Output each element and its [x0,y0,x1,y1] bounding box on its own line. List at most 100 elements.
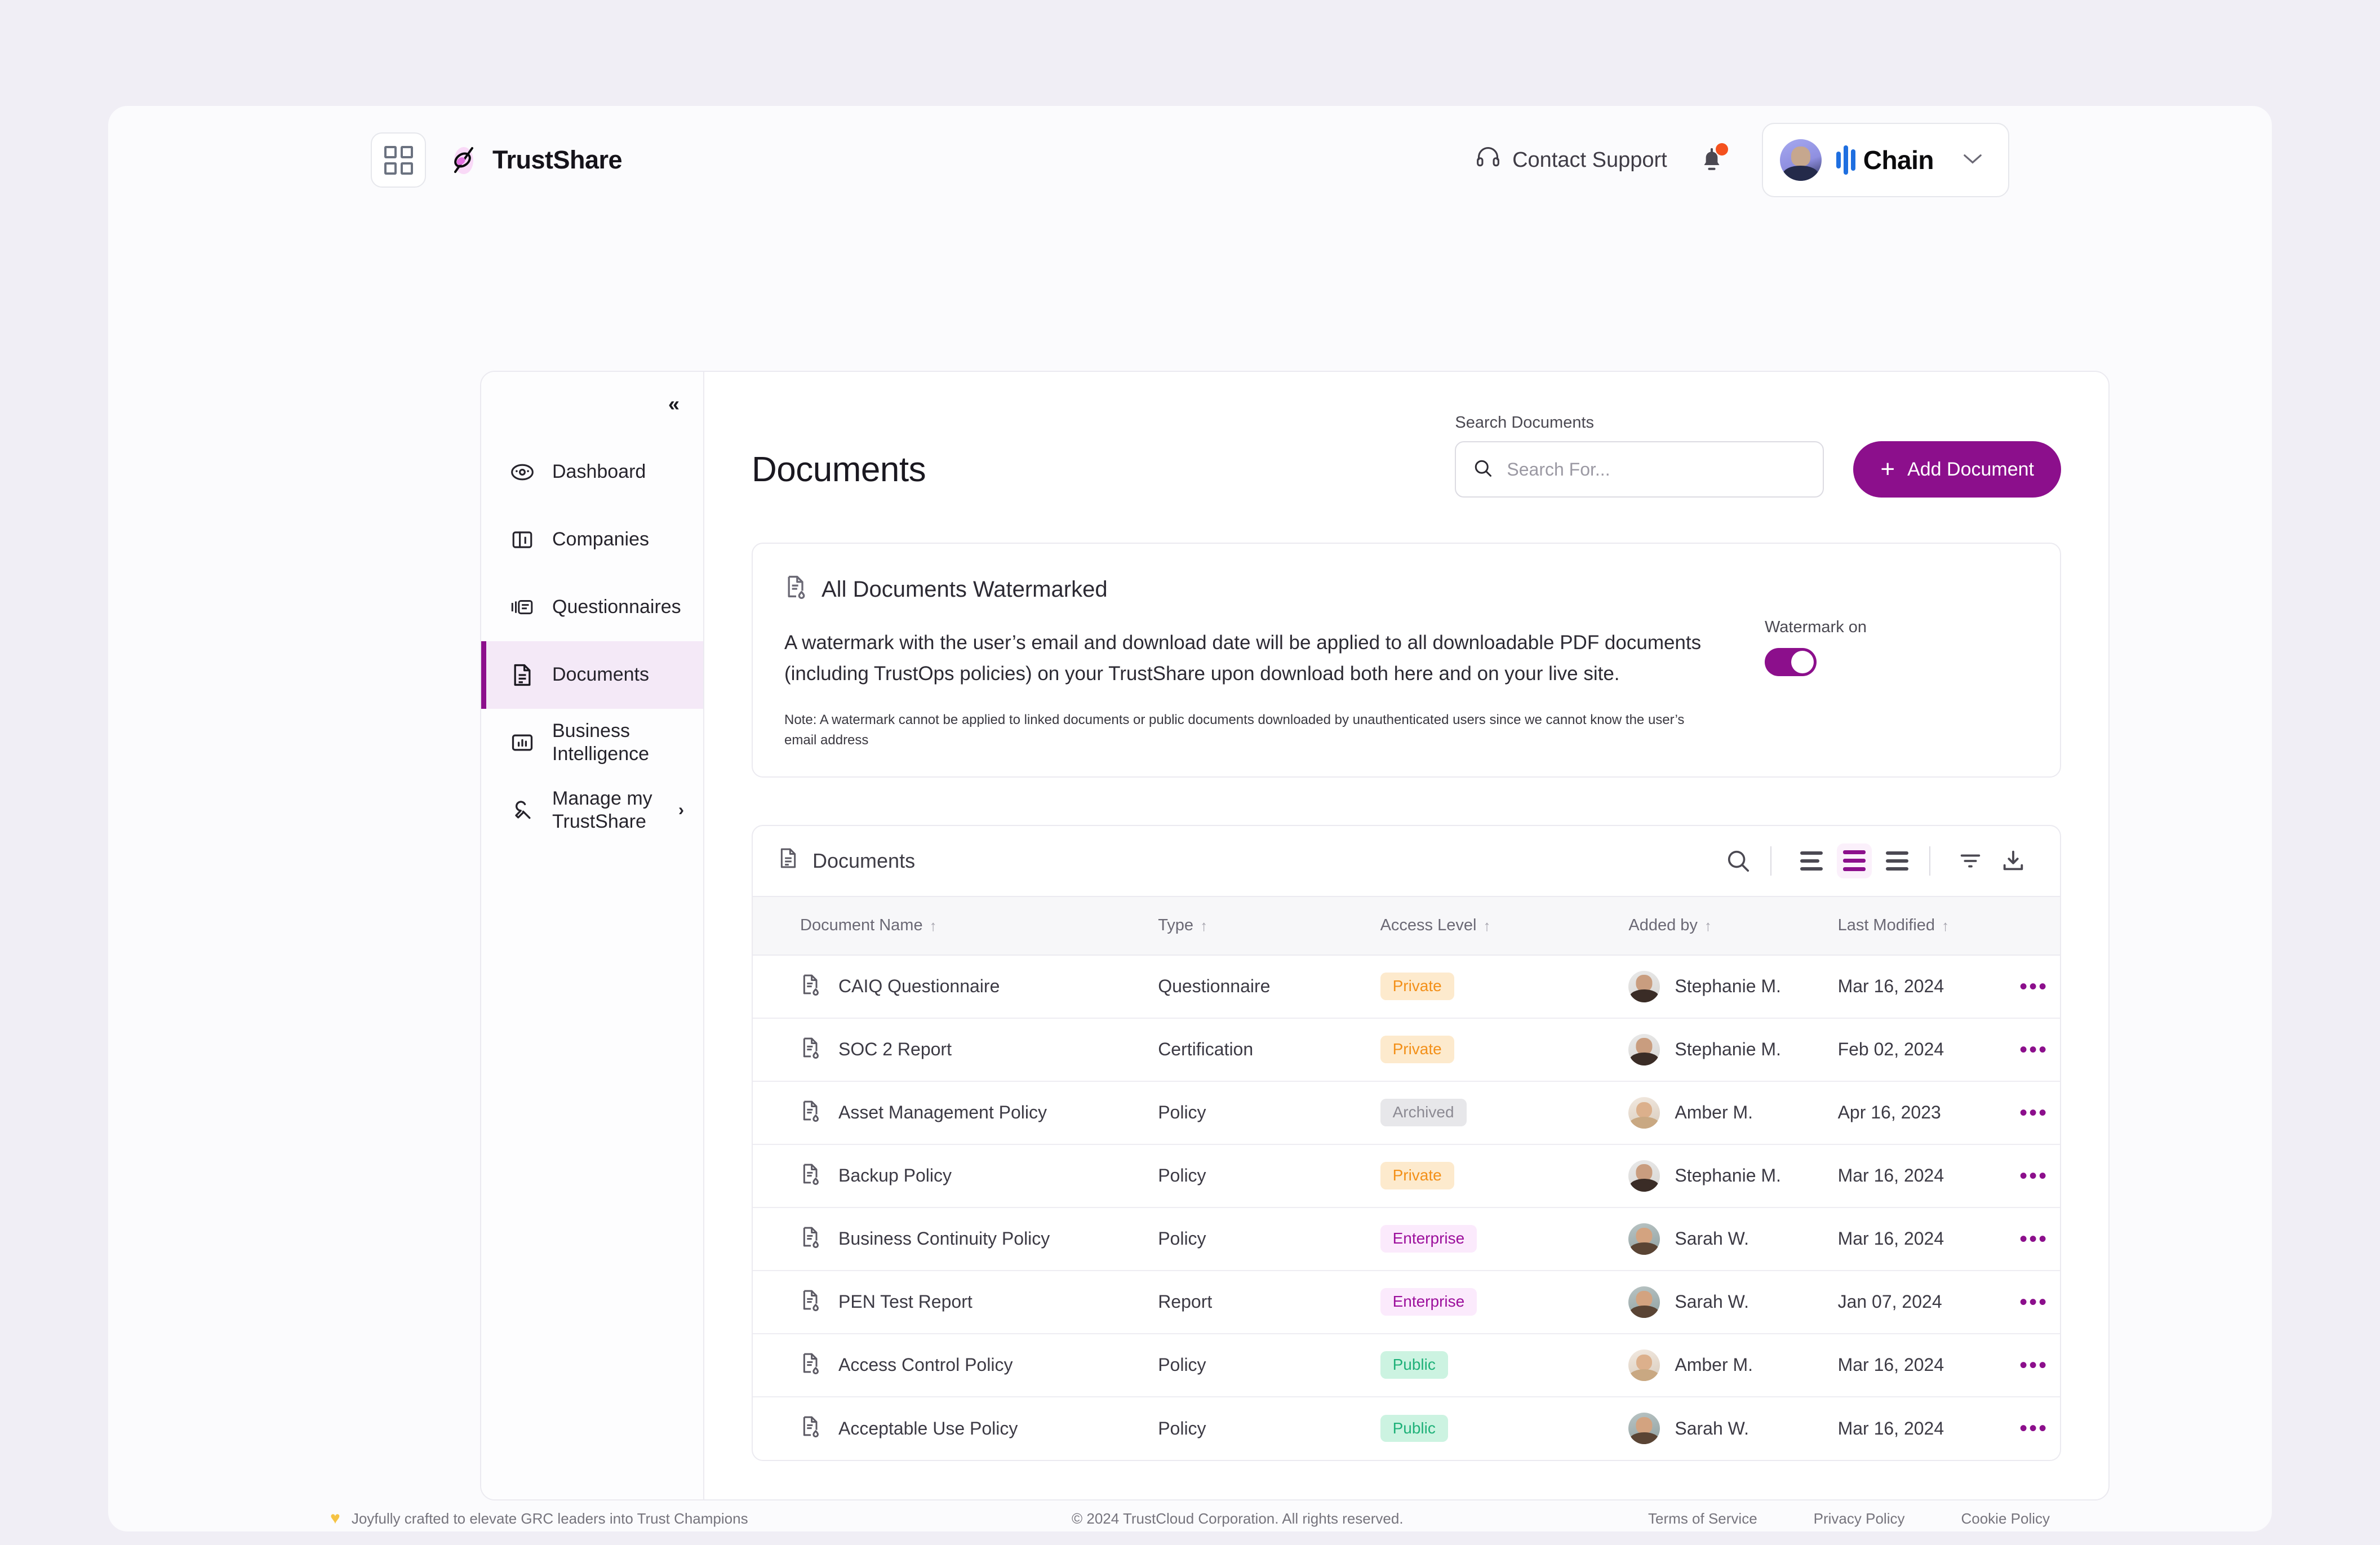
column-header-access-level[interactable]: Access Level ↑ [1380,895,1629,956]
cell-actions[interactable]: ••• [2008,954,2060,1019]
kebab-menu-icon[interactable]: ••• [2008,975,2060,998]
column-header-added-by[interactable]: Added by ↑ [1628,895,1838,956]
table-row[interactable]: Acceptable Use Policy Policy Public Sarah W… [753,1397,2060,1460]
search-input[interactable] [1507,459,1806,480]
sidebar-collapse-button[interactable]: « [668,392,680,416]
table-row[interactable]: Asset Management Policy Policy Archived Amb… [753,1081,2060,1145]
cell-document-name[interactable]: Access Control Policy [753,1333,1158,1397]
sidebar-item-business-intelligence[interactable]: Business Intelligence [481,709,703,776]
footer-tagline-text: Joyfully crafted to elevate GRC leaders … [351,1510,748,1527]
table-row[interactable]: SOC 2 Report Certification Private Stephani… [753,1018,2060,1082]
document-name-label: CAIQ Questionnaire [838,976,1000,997]
kebab-menu-icon[interactable]: ••• [2008,1354,2060,1377]
cell-document-name[interactable]: CAIQ Questionnaire [753,954,1158,1019]
chevron-right-icon[interactable]: › [678,801,684,820]
column-header-type[interactable]: Type ↑ [1158,895,1380,956]
filter-icon[interactable] [1953,843,1988,878]
column-header-last-modified[interactable]: Last Modified ↑ [1837,895,2008,956]
status-badge: Private [1380,1036,1454,1063]
table-search-icon[interactable] [1721,843,1756,878]
kebab-menu-icon[interactable]: ••• [2008,1102,2060,1124]
account-logo: Chain [1836,145,1934,175]
last-modified-label: Mar 16, 2024 [1837,1355,1944,1375]
headset-icon [1476,145,1500,175]
added-by-label: Stephanie M. [1675,1165,1781,1186]
kebab-menu-icon[interactable]: ••• [2008,1165,2060,1187]
cell-actions[interactable]: ••• [2008,1144,2060,1208]
status-badge: Private [1380,973,1454,1000]
density-comfortable-icon[interactable] [1794,843,1829,878]
cell-added-by: Sarah W. [1628,1207,1838,1271]
footer-link-terms[interactable]: Terms of Service [1648,1510,1757,1528]
cell-document-name[interactable]: PEN Test Report [753,1270,1158,1334]
status-badge: Archived [1380,1099,1467,1126]
sidebar-item-manage-my-trustshare[interactable]: Manage my TrustShare › [481,776,703,844]
sidebar-item-companies[interactable]: Companies [481,506,703,574]
density-compact-icon[interactable] [1880,843,1915,878]
header-left: TrustShare [371,132,623,188]
download-icon[interactable] [1996,843,2031,878]
sidebar-item-questionnaires[interactable]: Questionnaires [481,574,703,641]
cell-document-name[interactable]: SOC 2 Report [753,1018,1158,1082]
search-input-wrapper[interactable] [1455,441,1824,498]
contact-support-label: Contact Support [1512,148,1667,172]
add-document-button[interactable]: + Add Document [1853,441,2061,498]
last-modified-label: Mar 16, 2024 [1837,1228,1944,1249]
cell-type: Policy [1158,1144,1380,1208]
cell-actions[interactable]: ••• [2008,1333,2060,1397]
cell-document-name[interactable]: Asset Management Policy [753,1081,1158,1145]
contact-support-button[interactable]: Contact Support [1476,145,1667,175]
table-row[interactable]: Access Control Policy Policy Public Amber M… [753,1333,2060,1397]
avatar [1628,1033,1660,1065]
cell-actions[interactable]: ••• [2008,1397,2060,1460]
cell-actions[interactable]: ••• [2008,1270,2060,1334]
cell-actions[interactable]: ••• [2008,1018,2060,1082]
brand-logo[interactable]: TrustShare [445,141,623,179]
cell-last-modified: Apr 16, 2023 [1837,1081,2008,1145]
type-label: Policy [1158,1355,1206,1375]
sidebar-item-documents[interactable]: Documents [481,641,703,709]
document-icon [778,847,799,874]
type-label: Policy [1158,1228,1206,1249]
document-watermark-icon [800,1289,822,1316]
column-label: Document Name [800,916,923,935]
status-badge: Public [1380,1351,1448,1379]
app-header: TrustShare Contact Support Chain [108,106,2272,214]
kebab-menu-icon[interactable]: ••• [2008,1291,2060,1313]
cell-actions[interactable]: ••• [2008,1081,2060,1145]
kebab-menu-icon[interactable]: ••• [2008,1038,2060,1061]
cell-actions[interactable]: ••• [2008,1207,2060,1271]
table-row[interactable]: Business Continuity Policy Policy Enterpri… [753,1207,2060,1271]
footer-link-cookie[interactable]: Cookie Policy [1961,1510,2050,1528]
column-header-document-name[interactable]: Document Name ↑ [753,895,1158,956]
table-row[interactable]: CAIQ Questionnaire Questionnaire Private St… [753,954,2060,1019]
document-icon [509,662,535,688]
notifications-button[interactable] [1697,143,1728,176]
watermark-toggle[interactable] [1765,648,1817,676]
watermark-description: A watermark with the user’s email and do… [784,632,1702,685]
cell-document-name[interactable]: Acceptable Use Policy [753,1397,1158,1460]
density-default-icon[interactable] [1837,843,1872,878]
table-row[interactable]: Backup Policy Policy Private Stephanie M. Ma… [753,1144,2060,1208]
kebab-menu-icon[interactable]: ••• [2008,1228,2060,1250]
added-by-label: Amber M. [1675,1102,1753,1123]
cell-added-by: Amber M. [1628,1081,1838,1145]
sidebar-item-dashboard[interactable]: Dashboard [481,438,703,506]
type-label: Policy [1158,1418,1206,1439]
chevron-down-icon[interactable] [1962,152,1983,168]
table-row[interactable]: PEN Test Report Report Enterprise Sarah W. J… [753,1270,2060,1334]
account-menu[interactable]: Chain [1761,123,2009,197]
search-block: Search Documents [1455,414,1824,498]
cell-document-name[interactable]: Business Continuity Policy [753,1207,1158,1271]
cell-access-level: Enterprise [1380,1270,1629,1334]
avatar [1779,139,1822,181]
kebab-menu-icon[interactable]: ••• [2008,1417,2060,1440]
footer-link-privacy[interactable]: Privacy Policy [1814,1510,1905,1528]
documents-table-toolbar: Documents [753,826,2060,896]
documents-table-card: Documents Document Name ↑ Type ↑ Access … [752,824,2061,1461]
document-name-label: SOC 2 Report [838,1039,952,1060]
document-watermark-icon [800,1036,822,1063]
status-badge: Private [1380,1162,1454,1189]
grid-apps-button[interactable] [371,132,426,188]
cell-document-name[interactable]: Backup Policy [753,1144,1158,1208]
